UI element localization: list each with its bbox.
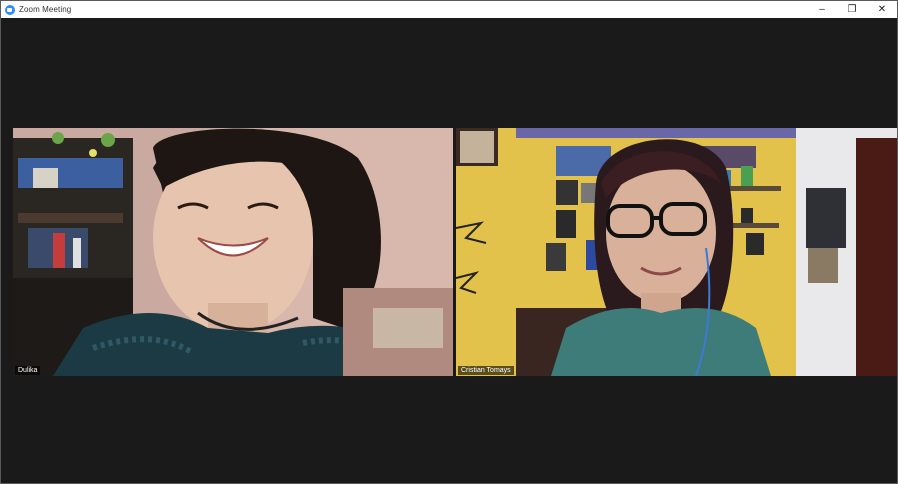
video-gallery: Dulika Cristian Tomays [2,18,897,482]
participant-video-feed [456,128,897,376]
window-controls: – ❐ ✕ [807,1,897,18]
title-bar: Zoom Meeting – ❐ ✕ [1,1,897,18]
participant-name-label: Cristian Tomays [458,366,514,375]
close-button[interactable]: ✕ [867,1,897,18]
minimize-button[interactable]: – [807,1,837,18]
zoom-app-icon [5,4,15,15]
participant-video-tile[interactable]: Dulika [13,128,453,376]
participant-name-label: Dulika [15,366,41,375]
participant-video-tile[interactable]: Cristian Tomays [456,128,897,376]
maximize-button[interactable]: ❐ [837,1,867,18]
zoom-window: Zoom Meeting – ❐ ✕ Dulika Cristian Tomay… [0,0,898,484]
window-title: Zoom Meeting [19,5,72,14]
participant-video-feed [13,128,453,376]
